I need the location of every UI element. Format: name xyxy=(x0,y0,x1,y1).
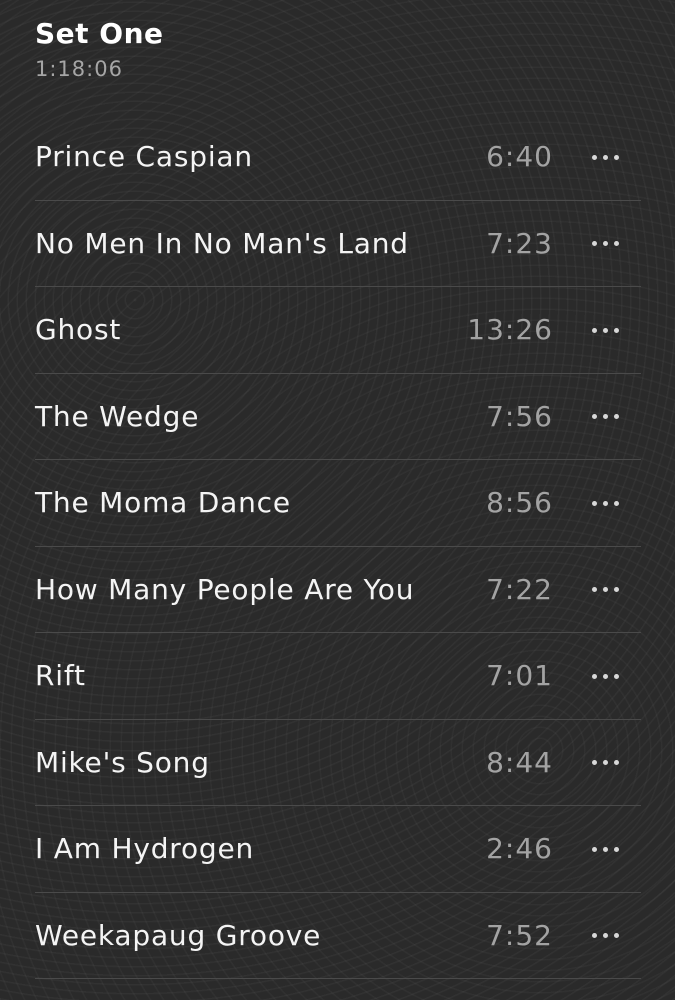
track-row[interactable]: Rift 7:01 xyxy=(0,633,675,720)
more-horizontal-icon xyxy=(589,846,622,852)
track-title: The Moma Dance xyxy=(35,486,291,519)
more-horizontal-icon xyxy=(589,760,622,765)
more-horizontal-icon xyxy=(589,673,622,679)
more-horizontal-icon xyxy=(589,327,622,333)
track-row[interactable]: Prince Caspian 6:40 xyxy=(0,114,675,201)
track-title: Ghost xyxy=(35,313,122,346)
track-duration: 6:40 xyxy=(486,140,553,173)
track-duration: 7:23 xyxy=(486,226,553,260)
more-horizontal-icon xyxy=(589,414,622,419)
track-title: Prince Caspian xyxy=(35,140,253,173)
set-header: Set One 1:18:06 xyxy=(35,14,635,84)
more-options-button[interactable] xyxy=(583,142,627,172)
track-row[interactable]: I Am Hydrogen 2:46 xyxy=(0,806,675,893)
track-title: No Men In No Man's Land xyxy=(35,226,409,260)
track-title: Rift xyxy=(35,659,86,692)
track-list: Prince Caspian 6:40 No Men In No Man's L… xyxy=(0,114,675,979)
track-row[interactable]: The Moma Dance 8:56 xyxy=(0,460,675,547)
track-duration: 8:56 xyxy=(486,486,553,519)
more-horizontal-icon xyxy=(589,933,622,938)
more-options-button[interactable] xyxy=(583,921,627,951)
track-title: I Am Hydrogen xyxy=(35,832,255,865)
track-row[interactable]: Ghost 13:26 xyxy=(0,287,675,374)
track-title: How Many People Are You xyxy=(35,572,415,606)
track-duration: 13:26 xyxy=(467,313,553,346)
track-duration: 7:52 xyxy=(486,918,553,952)
track-title: Mike's Song xyxy=(35,745,210,779)
more-horizontal-icon xyxy=(589,154,622,160)
track-row[interactable]: Weekapaug Groove 7:52 xyxy=(0,893,675,980)
track-duration: 8:44 xyxy=(486,745,553,779)
track-title: The Wedge xyxy=(35,399,200,433)
more-options-button[interactable] xyxy=(583,315,627,345)
more-horizontal-icon xyxy=(589,241,622,246)
track-duration: 7:56 xyxy=(486,399,553,433)
more-options-button[interactable] xyxy=(583,402,627,432)
more-options-button[interactable] xyxy=(583,748,627,778)
track-duration: 7:22 xyxy=(486,572,553,606)
track-duration: 2:46 xyxy=(486,832,553,865)
track-title: Weekapaug Groove xyxy=(35,918,322,952)
track-duration: 7:01 xyxy=(486,659,553,692)
more-options-button[interactable] xyxy=(583,229,627,259)
more-options-button[interactable] xyxy=(583,661,627,691)
more-options-button[interactable] xyxy=(583,575,627,605)
set-duration: 1:18:06 xyxy=(35,57,123,81)
track-row[interactable]: Mike's Song 8:44 xyxy=(0,720,675,807)
track-row[interactable]: How Many People Are You 7:22 xyxy=(0,547,675,634)
set-title: Set One xyxy=(35,17,164,50)
more-horizontal-icon xyxy=(589,500,622,506)
more-horizontal-icon xyxy=(589,587,622,592)
track-row[interactable]: The Wedge 7:56 xyxy=(0,374,675,461)
more-options-button[interactable] xyxy=(583,834,627,864)
track-row[interactable]: No Men In No Man's Land 7:23 xyxy=(0,201,675,288)
more-options-button[interactable] xyxy=(583,488,627,518)
